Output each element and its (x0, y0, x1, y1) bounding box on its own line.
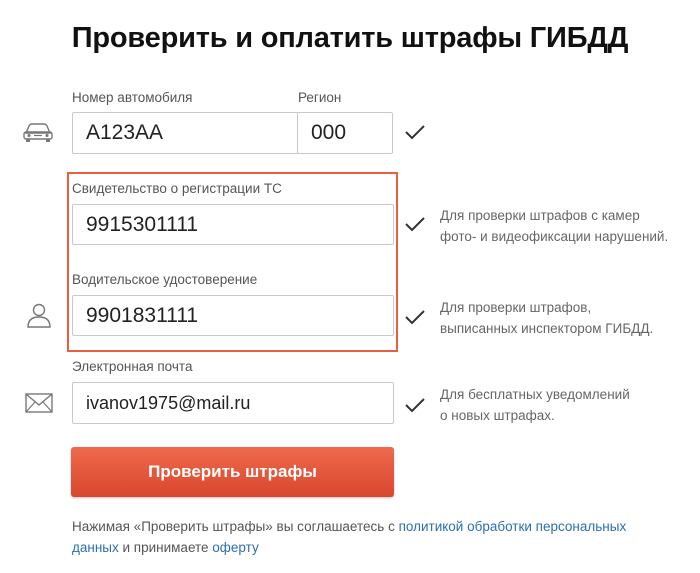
email-hint: Для бесплатных уведомлений о новых штраф… (440, 384, 630, 426)
license-label: Водительское удостоверение (72, 272, 258, 287)
car-icon (23, 123, 53, 142)
license-hint-line2: выписанных инспектором ГИБДД. (440, 321, 654, 336)
license-hint: Для проверки штрафов, выписанных инспект… (440, 297, 653, 339)
registration-hint: Для проверки штрафов с камер фото- и вид… (440, 205, 668, 247)
email-checkmark-icon (405, 398, 425, 413)
email-hint-line2: о новых штрафах. (440, 408, 555, 423)
plate-input[interactable]: А123АА (72, 112, 299, 154)
consent-text-middle: и принимаете (118, 540, 213, 555)
license-checkmark-icon (405, 310, 425, 325)
offer-link[interactable]: оферту (212, 540, 258, 555)
plate-label: Номер автомобиля (72, 90, 193, 105)
registration-hint-line1: Для проверки штрафов с камер (440, 208, 640, 223)
envelope-icon (25, 393, 53, 413)
check-fines-button[interactable]: Проверить штрафы (71, 447, 394, 497)
region-input[interactable]: 000 (297, 112, 393, 154)
registration-hint-line2: фото- и видеофиксации нарушений. (440, 229, 669, 244)
email-input[interactable]: ivanov1975@mail.ru (72, 382, 394, 424)
consent-text-before: Нажимая «Проверить штрафы» вы соглашаете… (72, 519, 399, 534)
region-label: Регион (298, 90, 342, 105)
registration-label: Свидетельство о регистрации ТС (72, 181, 282, 196)
consent-text: Нажимая «Проверить штрафы» вы соглашаете… (72, 516, 652, 558)
plate-checkmark-icon (405, 125, 425, 140)
license-input[interactable]: 9901831111 (72, 295, 394, 336)
registration-input[interactable]: 9915301111 (72, 204, 394, 245)
license-hint-line1: Для проверки штрафов, (440, 300, 592, 315)
email-label: Электронная почта (72, 359, 193, 374)
registration-checkmark-icon (405, 217, 425, 232)
page-title: Проверить и оплатить штрафы ГИБДД (71, 22, 629, 54)
email-hint-line1: Для бесплатных уведомлений (440, 387, 630, 402)
person-icon (27, 303, 51, 328)
